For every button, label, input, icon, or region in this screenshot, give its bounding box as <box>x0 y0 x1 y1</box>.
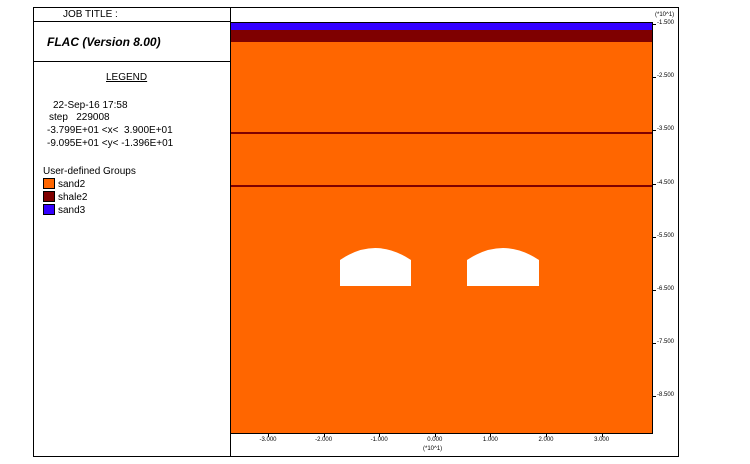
legend-title: LEGEND <box>106 72 148 83</box>
plot-frame: JOB TITLE : FLAC (Version 8.00) LEGEND 2… <box>33 7 679 457</box>
x-tick-label: -3.000 <box>259 437 277 443</box>
legend-item-label: sand2 <box>58 179 86 190</box>
y-tick-label: -8.500 <box>657 392 675 399</box>
y-tick <box>653 236 656 238</box>
legend-item-label: sand3 <box>58 205 86 216</box>
version-title: FLAC (Version 8.00) <box>34 22 230 62</box>
shale2-swatch <box>43 191 55 202</box>
y-axis-exponent: (*10^1) <box>655 12 675 18</box>
legend-item-shale2: shale2 <box>43 191 87 204</box>
model-canvas <box>231 23 652 433</box>
x-tick-label: 0.000 <box>427 437 443 443</box>
sand2-swatch <box>43 178 55 189</box>
groups-title: User-defined Groups <box>43 166 136 177</box>
y-tick <box>653 290 656 291</box>
x-tick-label: 2.000 <box>538 437 554 443</box>
legend-item-sand3: sand3 <box>43 204 85 217</box>
x-axis: (*10^1) -3.000 -2.000 -1.000 0.000 1.000 2.00… <box>230 434 653 456</box>
legend-panel: JOB TITLE : FLAC (Version 8.00) LEGEND 2… <box>34 8 231 456</box>
y-tick <box>653 77 656 79</box>
y-tick-label: -1.500 <box>657 20 675 26</box>
y-tick <box>653 24 656 25</box>
y-tick-label: -7.500 <box>657 339 675 346</box>
interface-line-2 <box>231 185 652 187</box>
x-tick-label: -2.000 <box>315 437 333 443</box>
y-tick-label: -2.500 <box>657 73 675 80</box>
job-title: JOB TITLE : <box>34 8 230 22</box>
x-tick-label: -1.000 <box>370 437 388 443</box>
interface-line-1 <box>231 132 652 134</box>
sand3-layer <box>231 23 652 30</box>
legend-x-range: -3.799E+01 <x< 3.900E+01 <box>47 125 173 136</box>
y-tick-label: -4.500 <box>657 179 675 186</box>
y-tick-label: -5.500 <box>657 232 675 239</box>
x-tick-label: 3.000 <box>594 437 610 443</box>
shale2-layer <box>231 30 652 42</box>
y-tick <box>653 396 656 398</box>
legend-item-label: shale2 <box>58 192 88 203</box>
sand3-swatch <box>43 204 55 215</box>
legend-item-sand2: sand2 <box>43 178 85 191</box>
x-tick-label: 1.000 <box>482 437 498 443</box>
model-plot <box>230 22 653 434</box>
y-tick <box>653 343 656 345</box>
y-tick <box>653 183 656 185</box>
y-tick <box>653 130 656 132</box>
y-tick-label: -3.500 <box>657 126 675 133</box>
legend-date: 22-Sep-16 17:58 <box>53 100 128 111</box>
y-axis: (*10^1) -1.500 -2.500 -3.500 -4.500 -5.500 -6… <box>653 8 679 456</box>
sand2-region <box>231 23 652 433</box>
y-tick-label: -6.500 <box>657 286 675 292</box>
legend-y-range: -9.095E+01 <y< -1.396E+01 <box>47 138 174 149</box>
legend-step: step 229008 <box>49 112 110 123</box>
x-axis-exponent: (*10^1) <box>423 446 443 452</box>
